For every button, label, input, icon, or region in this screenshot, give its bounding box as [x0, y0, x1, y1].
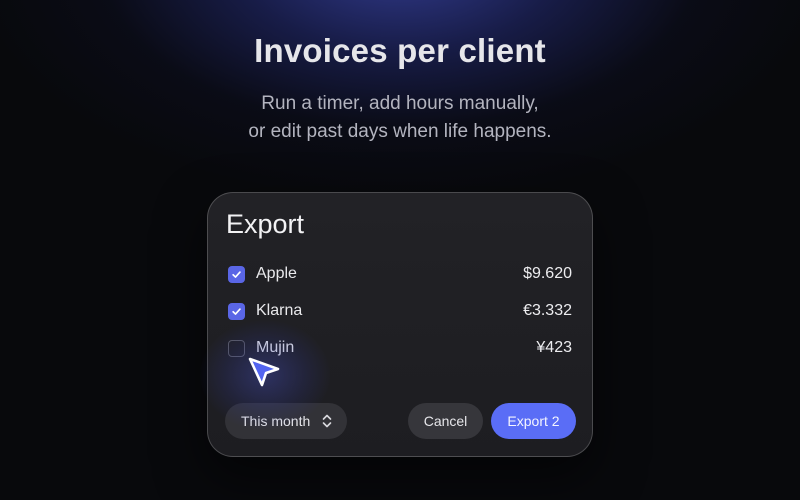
client-amount: $9.620: [523, 265, 572, 282]
client-amount: ¥423: [536, 339, 572, 356]
client-row-klarna[interactable]: Klarna €3.332: [228, 299, 572, 323]
client-name: Mujin: [256, 339, 295, 356]
export-button[interactable]: Export 2: [491, 403, 576, 439]
chevron-up-down-icon: [322, 414, 332, 428]
client-amount: €3.332: [523, 302, 572, 319]
checkbox-apple[interactable]: [228, 265, 245, 283]
cancel-button[interactable]: Cancel: [408, 403, 483, 439]
client-name: Klarna: [256, 302, 303, 319]
client-name: Apple: [256, 265, 297, 282]
checkbox-mujin[interactable]: [228, 339, 245, 357]
hero-subtitle: Run a timer, add hours manually, or edit…: [0, 90, 800, 146]
pointer-arrow-icon: [248, 357, 280, 387]
hero-title: Invoices per client: [254, 32, 546, 69]
period-select[interactable]: This month: [225, 403, 347, 439]
stage: Invoices per client Run a timer, add hou…: [0, 0, 800, 500]
client-row-apple[interactable]: Apple $9.620: [228, 262, 572, 286]
period-select-value: This month: [241, 413, 311, 429]
checkmark-icon: [232, 270, 241, 278]
dialog-title: Export: [226, 209, 305, 239]
hero-subtitle-line-2: or edit past days when life happens.: [248, 121, 552, 142]
checkbox-klarna[interactable]: [228, 302, 245, 320]
hero-subtitle-line-1: Run a timer, add hours manually,: [261, 93, 539, 114]
checkmark-icon: [232, 307, 241, 315]
export-dialog: Export Apple $9.620 Klarna €3.332 Mujin …: [207, 192, 593, 457]
